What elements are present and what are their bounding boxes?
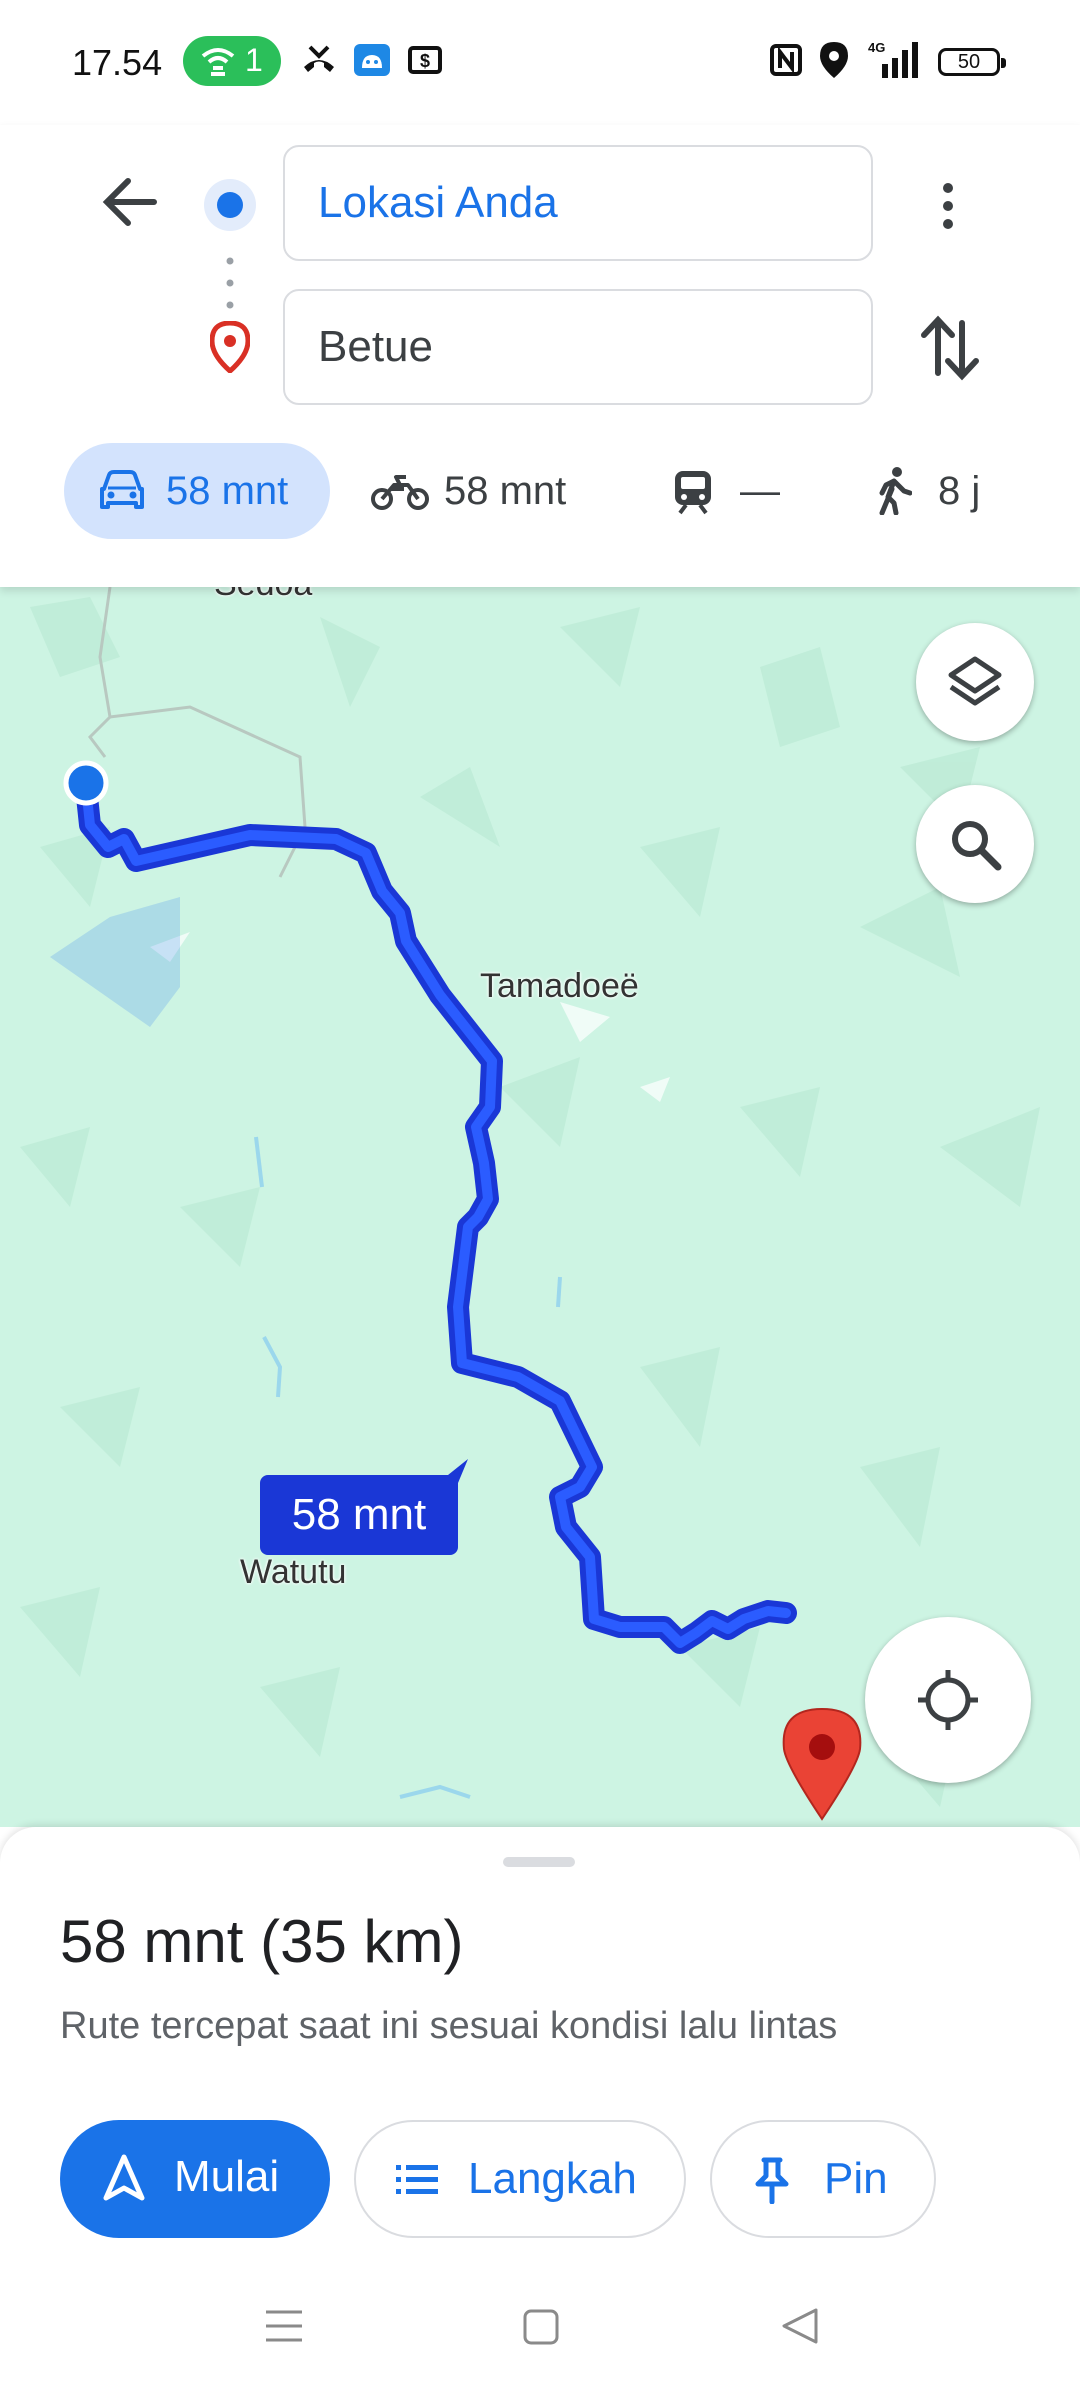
- mode-car[interactable]: 58 mnt: [64, 443, 330, 539]
- layers-icon: [948, 656, 1002, 706]
- directions-panel: Lokasi Anda Betue 58 mnt 58 mnt — 8 j: [0, 125, 1080, 587]
- mode-motorcycle-label: 58 mnt: [444, 469, 567, 513]
- pin-button-label: Pin: [824, 2154, 888, 2203]
- motorcycle-icon: [371, 475, 429, 510]
- search-icon: [952, 821, 1002, 871]
- more-options-icon[interactable]: [938, 181, 958, 231]
- mode-walk-label: 8 j: [938, 469, 981, 513]
- hotspot-indicator: 1: [183, 36, 281, 86]
- route-summary-subtitle: Rute tercepat saat ini sesuai kondisi la…: [60, 2005, 838, 2047]
- origin-dot-icon: [204, 179, 256, 231]
- svg-text:4G: 4G: [868, 40, 885, 55]
- location-icon: [820, 42, 848, 78]
- map-place-sedoa: Sedoa: [214, 587, 312, 604]
- missed-call-icon: [304, 45, 334, 72]
- status-bar: 17.54 1 $ 4G 50: [0, 0, 1080, 125]
- navigation-arrow-icon: [103, 2154, 145, 2201]
- pin-icon: [755, 2157, 789, 2204]
- map-view[interactable]: Sedoa Tamadoeë Watutu 58 mnt: [0, 587, 1080, 1827]
- destination-pin-icon: [210, 321, 250, 373]
- battery-indicator: 50: [938, 48, 1006, 76]
- destination-input[interactable]: Betue: [283, 289, 873, 405]
- origin-input[interactable]: Lokasi Anda: [283, 145, 873, 261]
- system-navigation-bar: [0, 2260, 1080, 2400]
- walk-icon: [879, 467, 912, 515]
- route-duration-badge[interactable]: 58 mnt: [260, 1475, 458, 1555]
- steps-button[interactable]: Langkah: [354, 2120, 686, 2238]
- back-arrow-icon[interactable]: [102, 177, 158, 227]
- route-connector-dots: [226, 257, 234, 309]
- signal-icon: 4G: [868, 40, 918, 78]
- pin-button[interactable]: Pin: [710, 2120, 936, 2238]
- mode-transit[interactable]: —: [668, 443, 788, 539]
- nfc-icon: [770, 44, 802, 76]
- car-icon: [100, 470, 144, 509]
- map-place-tamadoee: Tamadoeë: [480, 967, 639, 1005]
- android-debug-icon: [354, 44, 390, 76]
- hotspot-count: 1: [245, 42, 263, 78]
- drag-handle[interactable]: [503, 1857, 575, 1867]
- my-location-button[interactable]: [865, 1617, 1031, 1783]
- current-location-dot: [63, 760, 109, 806]
- mode-motorcycle[interactable]: 58 mnt: [366, 443, 606, 539]
- start-button-label: Mulai: [174, 2152, 280, 2201]
- status-time: 17.54: [72, 42, 163, 83]
- list-icon: [396, 2165, 438, 2194]
- back-icon[interactable]: [780, 2306, 820, 2346]
- mode-walk[interactable]: 8 j: [872, 443, 992, 539]
- transit-icon: [675, 471, 711, 515]
- money-app-icon: $: [408, 46, 442, 74]
- start-button[interactable]: Mulai: [60, 2120, 330, 2238]
- destination-marker-icon: [782, 1707, 862, 1821]
- layers-button[interactable]: [916, 623, 1034, 741]
- svg-text:$: $: [420, 51, 430, 71]
- mode-car-label: 58 mnt: [166, 469, 289, 513]
- swap-icon[interactable]: [920, 315, 980, 381]
- mode-transit-label: —: [740, 469, 780, 513]
- search-button[interactable]: [916, 785, 1034, 903]
- hotspot-icon: [201, 48, 235, 76]
- crosshair-icon: [918, 1670, 978, 1730]
- steps-button-label: Langkah: [468, 2154, 637, 2203]
- route-badge-pointer: [438, 1459, 468, 1483]
- menu-icon[interactable]: [264, 2308, 304, 2344]
- home-icon[interactable]: [522, 2308, 560, 2346]
- route-summary-title: 58 mnt (35 km): [60, 1908, 464, 1975]
- map-place-watutu: Watutu: [240, 1553, 347, 1591]
